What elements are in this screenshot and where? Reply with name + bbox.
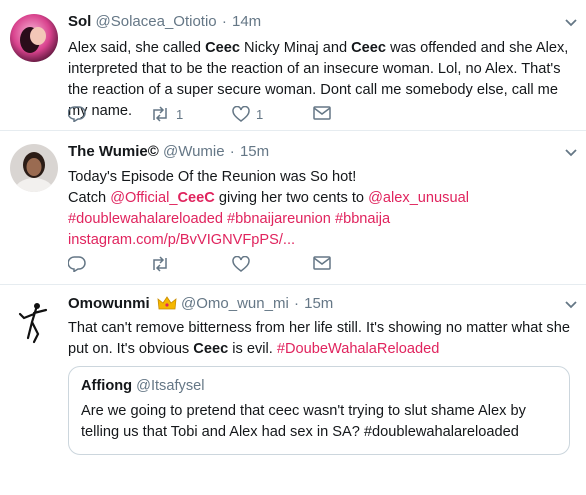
instagram-link[interactable]: instagram.com/p/BvVIGNVFpPS/... <box>68 230 578 251</box>
avatar[interactable] <box>10 144 58 192</box>
quoted-tweet-text: Are we going to pretend that ceec wasn't… <box>81 403 526 440</box>
reply-icon <box>68 256 86 272</box>
tweet-header: Sol @Solacea_Otiotio · 14m <box>68 13 261 30</box>
tweet-text: Today's Episode Of the Reunion was So ho… <box>68 167 578 251</box>
tweet-header: Omowunmi @Omo_wun_mi · 15m <box>68 295 333 312</box>
like-count: 1 <box>256 106 264 122</box>
display-name[interactable]: Omowunmi <box>68 295 150 312</box>
tweet-text: That can't remove bitterness from her li… <box>68 320 570 357</box>
keyword-highlight: Ceec <box>351 40 387 56</box>
tweet-omowunmi[interactable]: Omowunmi @Omo_wun_mi · 15m That can't re… <box>0 284 586 495</box>
separator-dot: · <box>229 143 235 160</box>
tweet-wumie[interactable]: The Wumie© @Wumie · 15m Today's Episode … <box>0 130 586 285</box>
separator-dot: · <box>293 295 299 312</box>
timestamp[interactable]: 14m <box>232 13 261 30</box>
crown-emoji <box>157 296 177 310</box>
reply-icon <box>68 106 86 122</box>
envelope-icon <box>313 256 331 270</box>
mention-link[interactable]: @Official_CeeC <box>110 190 215 206</box>
mention-link[interactable]: @alex_unusual <box>368 190 469 206</box>
like-button[interactable]: 1 <box>232 106 263 122</box>
timestamp[interactable]: 15m <box>304 295 333 312</box>
user-handle[interactable]: @Wumie <box>163 143 225 160</box>
quoted-user-handle: @Itsafysel <box>136 378 205 394</box>
reply-button[interactable] <box>68 256 86 272</box>
like-button[interactable] <box>232 256 250 272</box>
heart-icon <box>232 106 250 122</box>
quoted-tweet-header: Affiong @Itsafysel <box>81 378 204 394</box>
dm-button[interactable] <box>313 256 331 270</box>
retweet-button[interactable] <box>150 256 170 272</box>
quoted-tweet[interactable]: Affiong @Itsafysel Are we going to prete… <box>68 366 570 455</box>
user-handle[interactable]: @Omo_wun_mi <box>181 295 289 312</box>
retweet-icon <box>153 256 167 272</box>
user-handle[interactable]: @Solacea_Otiotio <box>96 13 217 30</box>
chevron-down-icon[interactable] <box>564 299 578 309</box>
retweet-button[interactable]: 1 <box>150 106 183 122</box>
tweet-line: Today's Episode Of the Reunion was So ho… <box>68 169 357 185</box>
chevron-down-icon[interactable] <box>564 147 578 157</box>
envelope-icon <box>313 106 331 120</box>
keyword-highlight: Ceec <box>205 40 240 56</box>
display-name[interactable]: The Wumie© <box>68 143 159 160</box>
heart-icon <box>232 256 250 272</box>
avatar[interactable] <box>10 14 58 62</box>
display-name[interactable]: Sol <box>68 13 91 30</box>
timestamp[interactable]: 15m <box>240 143 269 160</box>
hashtag-link[interactable]: #DoubeWahalaReloaded <box>277 341 440 357</box>
hashtag-links[interactable]: #doublewahalareloaded #bbnaijareunion #b… <box>68 209 578 230</box>
tweet-sol[interactable]: Sol @Solacea_Otiotio · 14m Alex said, sh… <box>0 0 586 131</box>
dm-button[interactable] <box>313 106 331 120</box>
keyword-highlight: Ceec <box>193 341 229 357</box>
tweet-header: The Wumie© @Wumie · 15m <box>68 143 269 160</box>
chevron-down-icon[interactable] <box>564 17 578 27</box>
retweet-icon <box>153 106 167 122</box>
separator-dot: · <box>221 13 227 30</box>
reply-button[interactable] <box>68 106 86 122</box>
avatar[interactable] <box>10 298 58 346</box>
quoted-display-name: Affiong <box>81 378 133 394</box>
retweet-count: 1 <box>176 106 184 122</box>
